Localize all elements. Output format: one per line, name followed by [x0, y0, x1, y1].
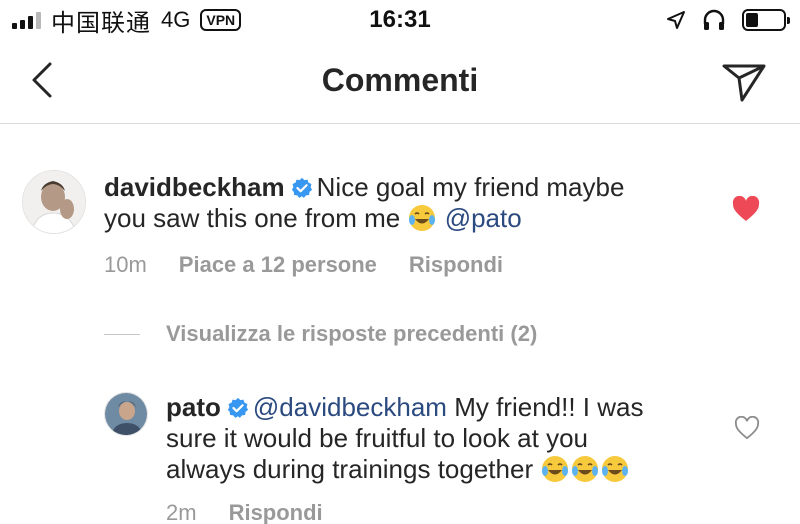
- page-title: Commenti: [321, 62, 479, 98]
- comment-mention[interactable]: @pato: [445, 203, 522, 233]
- comments-header: Commenti: [0, 42, 800, 124]
- reply-button[interactable]: Rispondi: [229, 500, 323, 524]
- reply-body: pato @davidbeckham My friend!! I was sure…: [166, 392, 726, 485]
- profile-photo-icon: [105, 393, 147, 435]
- tears-of-joy-emoji-icon: [409, 205, 436, 231]
- reply-mention[interactable]: @davidbeckham: [253, 392, 447, 422]
- reply-text-line3: always during trainings together: [166, 454, 534, 484]
- tears-of-joy-emoji-icon: [572, 456, 599, 482]
- comment-meta: 10m Piace a 12 persone Rispondi: [104, 252, 503, 278]
- reply-time: 2m: [166, 500, 197, 524]
- reply-button[interactable]: Rispondi: [409, 252, 503, 278]
- comment-username[interactable]: davidbeckham: [104, 172, 285, 202]
- view-replies-label: Visualizza le risposte precedenti (2): [166, 321, 538, 346]
- like-heart-icon[interactable]: [732, 196, 760, 222]
- reply-username[interactable]: pato: [166, 392, 221, 422]
- share-button[interactable]: [718, 56, 770, 108]
- verified-badge-icon: [227, 397, 248, 418]
- reply-divider-line: [104, 333, 140, 335]
- status-right: [666, 8, 790, 32]
- comment-body: davidbeckham Nice goal my friend maybe yo…: [104, 172, 704, 234]
- likes-count-link[interactable]: Piace a 12 persone: [179, 252, 377, 278]
- reply-meta: 2m Rispondi: [166, 500, 323, 524]
- view-previous-replies-button[interactable]: Visualizza le risposte precedenti (2): [104, 320, 537, 348]
- reply-avatar[interactable]: [104, 392, 148, 436]
- reply-text-line1: My friend!! I was: [454, 392, 644, 422]
- profile-photo-icon: [23, 171, 85, 233]
- send-icon: [722, 64, 766, 102]
- comment-time: 10m: [104, 252, 147, 277]
- verified-badge-icon: [291, 177, 312, 198]
- headphones-icon: [703, 9, 725, 30]
- comment-text-line2: you saw this one from me: [104, 203, 401, 233]
- tears-of-joy-emoji-icon: [602, 456, 629, 482]
- status-bar: 中国联通 4G VPN 16:31: [0, 0, 800, 40]
- location-arrow-icon: [667, 11, 685, 29]
- avatar[interactable]: [22, 170, 86, 234]
- battery-icon: [742, 9, 790, 31]
- tears-of-joy-emoji-icon: [542, 456, 569, 482]
- comment-text-line1: Nice goal my friend maybe: [316, 172, 625, 202]
- reply-text-line2: sure it would be fruitful to look at you: [166, 423, 589, 453]
- like-heart-outline-icon[interactable]: [734, 416, 760, 440]
